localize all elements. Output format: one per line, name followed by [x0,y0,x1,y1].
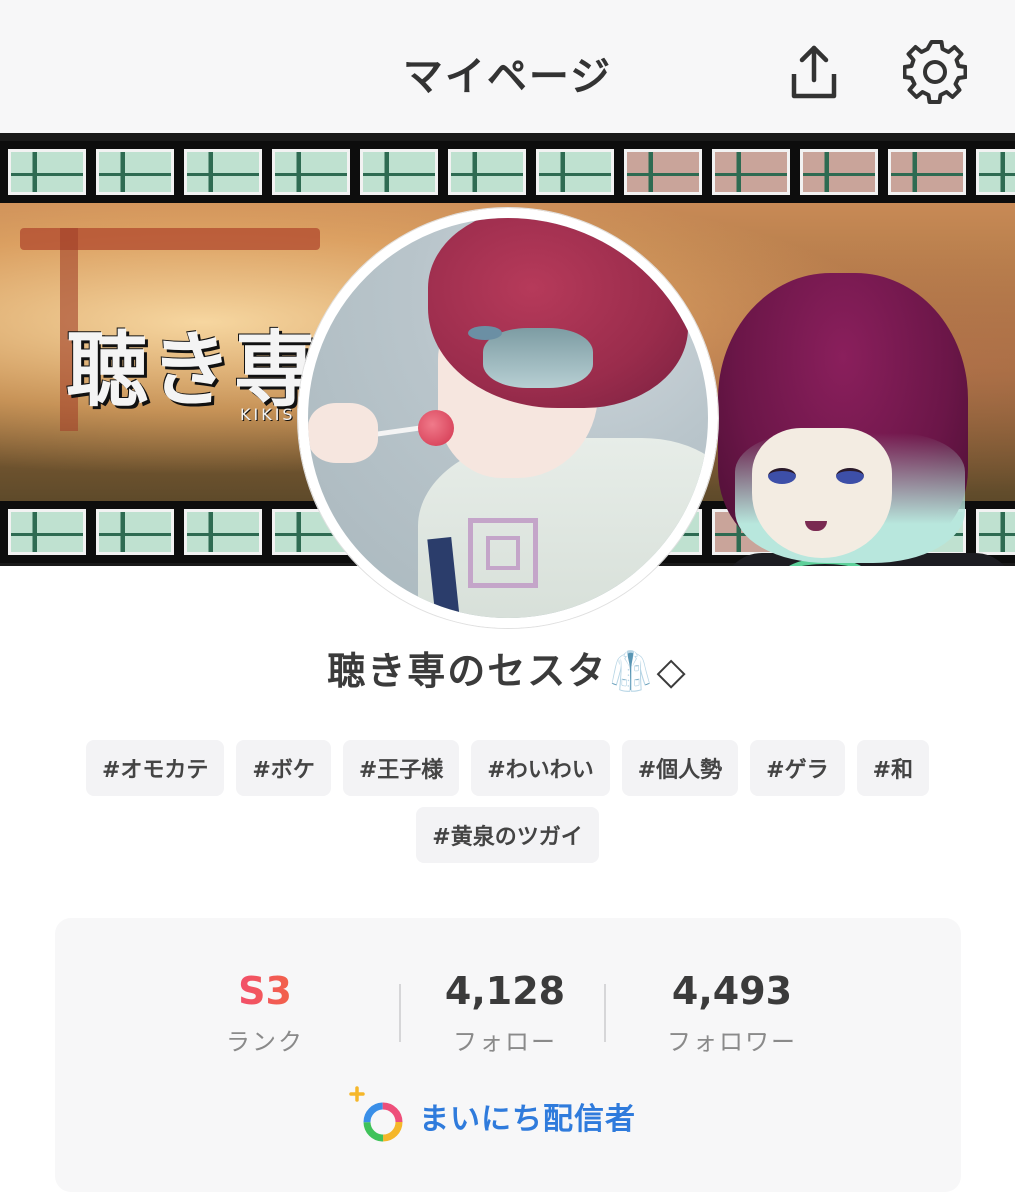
banner-character-face [752,428,892,558]
stat-divider [604,984,606,1042]
share-upload-icon [791,45,837,99]
settings-button[interactable] [902,40,968,104]
tag-chip[interactable]: #和 [856,740,930,796]
gear-icon [902,40,968,104]
tag-chip[interactable]: #王子様 [342,740,460,796]
share-button[interactable] [782,40,846,104]
banner-character-eye [836,468,864,484]
profile-avatar[interactable] [298,208,718,628]
daily-streamer-badge[interactable]: まいにち配信者 [345,1086,636,1146]
tag-chip[interactable]: #黄泉のツガイ [416,807,599,863]
top-app-bar: マイページ [0,0,1015,133]
avatar-eye [468,326,502,340]
avatar-robe [418,438,708,618]
avatar-hand [308,403,378,463]
follow-stat[interactable]: 4,128 フォロー [415,966,595,1057]
rank-value: S3 [215,966,315,1016]
banner-pattern-strip-top [0,141,1015,203]
stats-card: S3 ランク 4,128 フォロー 4,493 フォロワー まいにち配信者 [55,918,961,1192]
stat-divider [399,984,401,1042]
daily-streamer-ring-icon [345,1086,409,1146]
follow-count: 4,128 [444,969,566,1013]
rank-stat[interactable]: S3 ランク [215,966,315,1057]
tag-list: #オモカテ #ボケ #王子様 #わいわい #個人勢 #ゲラ #和 [0,740,1015,796]
tag-chip[interactable]: #ボケ [236,740,331,796]
tag-list-row2: #黄泉のツガイ [0,807,1015,863]
avatar-candy [418,410,454,446]
profile-name: 聴き専のセスタ🥼◇ [327,649,688,693]
follower-stat[interactable]: 4,493 フォロワー [627,966,837,1057]
follower-label: フォロワー [667,1028,797,1056]
banner-character-eye [768,468,796,484]
follow-label: フォロー [453,1028,557,1056]
tag-chip[interactable]: #わいわい [471,740,610,796]
page-title: マイページ [402,54,613,100]
tag-chip[interactable]: #オモカテ [85,740,225,796]
avatar-hair-tip [483,328,593,388]
daily-streamer-label: まいにち配信者 [419,1102,636,1137]
tag-chip[interactable]: #個人勢 [621,740,739,796]
follower-count: 4,493 [671,969,793,1013]
avatar-robe-pattern-inner [486,536,520,570]
rank-label: ランク [226,1028,304,1056]
tag-chip[interactable]: #ゲラ [750,740,845,796]
